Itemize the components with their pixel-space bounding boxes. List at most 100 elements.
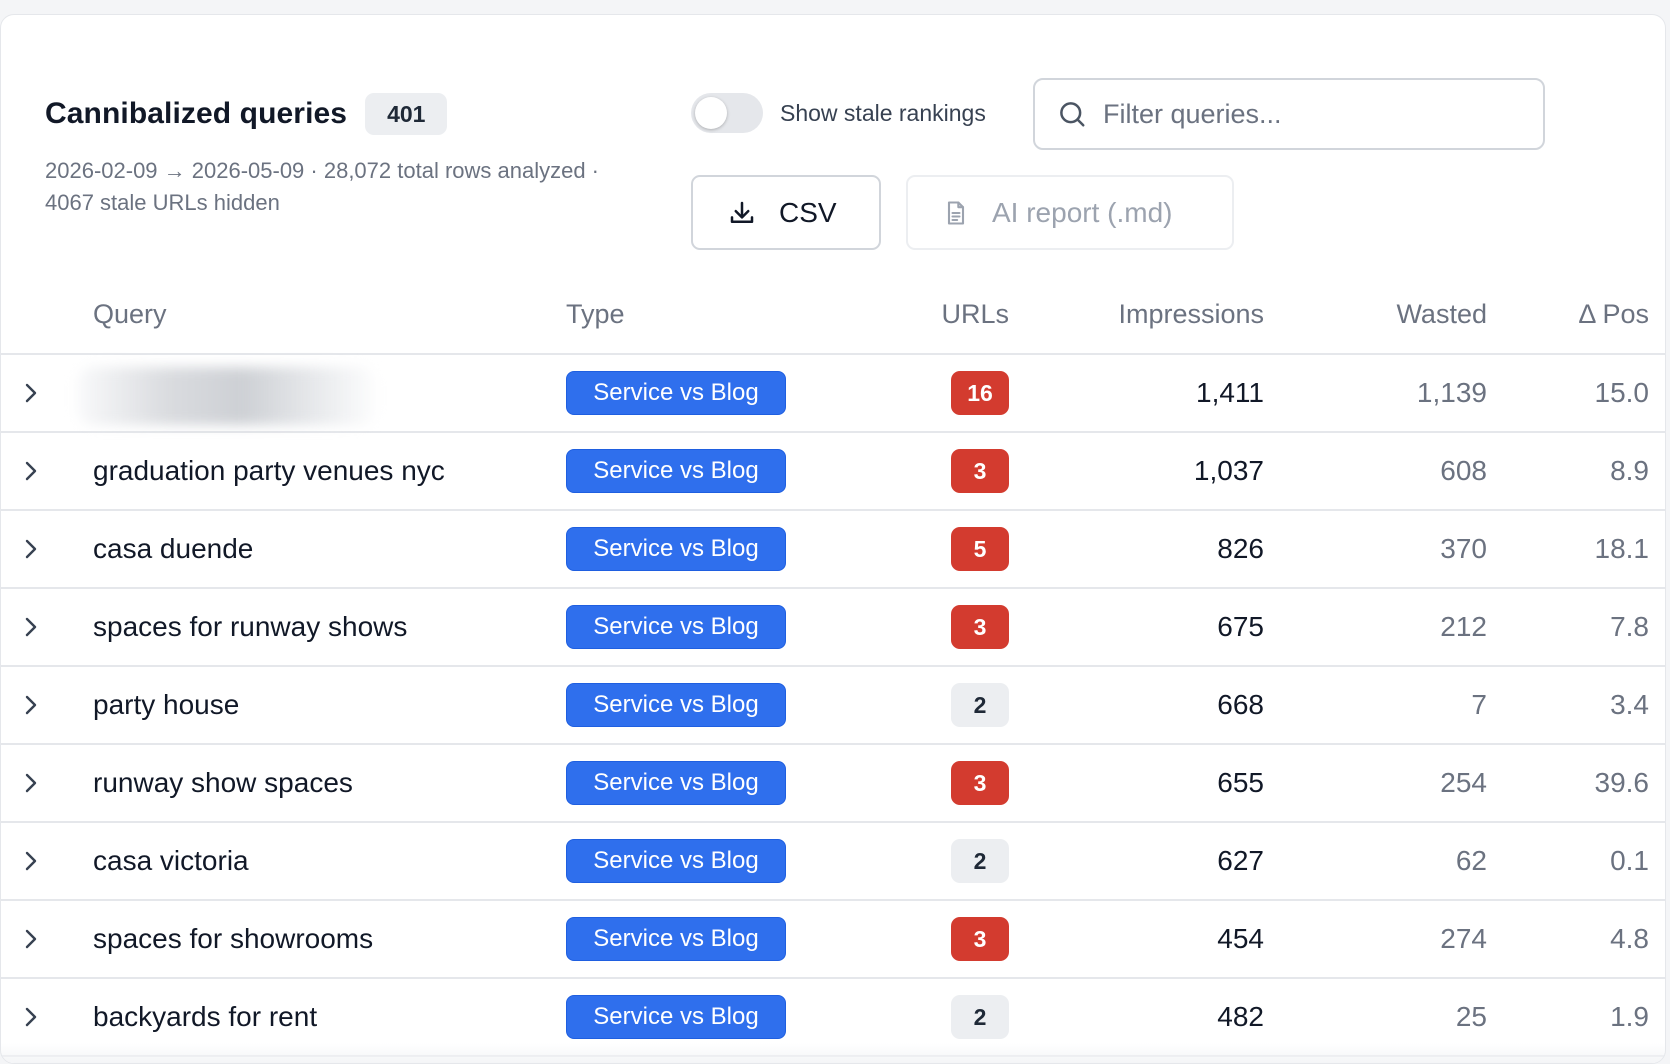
- column-header-urls[interactable]: URLs: [941, 299, 1009, 330]
- type-badge: Service vs Blog: [566, 995, 786, 1039]
- table-row[interactable]: spaces for runway shows Service vs Blog 3 6…: [1, 589, 1665, 667]
- table-row[interactable]: casa victoria Service vs Blog 2 627 62 0.1: [1, 823, 1665, 901]
- chevron-right-icon: [25, 929, 37, 949]
- urls-count-badge: 2: [951, 683, 1009, 727]
- chevron-right-icon: [25, 695, 37, 715]
- query-count-badge: 401: [365, 93, 448, 135]
- type-badge: Service vs Blog: [566, 917, 786, 961]
- date-range-summary: 2026-02-09 → 2026-05-09 · 28,072 total r…: [45, 158, 600, 215]
- column-header-impressions[interactable]: Impressions: [1118, 299, 1264, 330]
- urls-count-badge: 5: [951, 527, 1009, 571]
- expand-row-button[interactable]: [19, 745, 43, 821]
- download-icon: [730, 201, 754, 223]
- bottom-fade: [1, 1043, 1665, 1063]
- stale-rankings-toggle[interactable]: [691, 93, 763, 133]
- table-row[interactable]: Service vs Blog 16 1,411 1,139 15.0: [1, 355, 1665, 433]
- csv-button-label: CSV: [779, 196, 837, 228]
- search-icon: [1060, 102, 1085, 127]
- chevron-right-icon: [25, 383, 37, 403]
- impressions-value: 1,411: [1196, 377, 1264, 408]
- expand-row-button[interactable]: [19, 355, 43, 431]
- table-row[interactable]: spaces for showrooms Service vs Blog 3 454 2…: [1, 901, 1665, 979]
- column-header-wasted[interactable]: Wasted: [1396, 299, 1487, 330]
- chevron-right-icon: [25, 1007, 37, 1027]
- expand-row-button[interactable]: [19, 589, 43, 665]
- filter-queries-search[interactable]: [1033, 78, 1545, 150]
- csv-download-button[interactable]: CSV: [691, 175, 881, 250]
- column-header-delta-pos[interactable]: Δ Pos: [1578, 299, 1649, 330]
- urls-cell: 3: [951, 589, 1009, 665]
- stale-rankings-toggle-group: Show stale rankings: [691, 93, 986, 133]
- urls-cell: 5: [951, 511, 1009, 587]
- cannibalized-queries-card: Cannibalized queries 401 2026-02-09 → 20…: [0, 14, 1666, 1064]
- type-badge: Service vs Blog: [566, 839, 786, 883]
- urls-cell: 2: [951, 667, 1009, 743]
- wasted-value: 608: [1440, 455, 1487, 486]
- delta-pos-value: 15.0: [1594, 377, 1650, 408]
- query-text: casa duende: [93, 533, 254, 564]
- wasted-value: 212: [1440, 611, 1487, 642]
- delta-pos-value: 18.1: [1594, 533, 1650, 564]
- table-row[interactable]: casa duende Service vs Blog 5 826 370 18.1: [1, 511, 1665, 589]
- type-badge: Service vs Blog: [566, 449, 786, 493]
- chevron-right-icon: [25, 461, 37, 481]
- impressions-value: 1,037: [1193, 455, 1264, 486]
- wasted-value: 274: [1440, 923, 1487, 954]
- impressions-value: 627: [1217, 845, 1264, 876]
- filter-queries-input[interactable]: [1103, 98, 1523, 130]
- type-badge: Service vs Blog: [566, 683, 786, 727]
- urls-cell: 3: [951, 745, 1009, 821]
- column-header-type[interactable]: Type: [566, 299, 625, 330]
- delta-pos-value: 39.6: [1594, 767, 1650, 798]
- urls-cell: 16: [951, 355, 1009, 431]
- delta-pos-value: 7.8: [1610, 611, 1649, 642]
- column-header-query[interactable]: Query: [93, 299, 167, 330]
- ai-report-button-label: AI report (.md): [992, 196, 1173, 228]
- delta-pos-value: 0.1: [1610, 845, 1649, 876]
- urls-count-badge: 2: [951, 995, 1009, 1039]
- query-text: party house: [93, 689, 240, 720]
- page-title: Cannibalized queries: [45, 97, 348, 130]
- expand-row-button[interactable]: [19, 433, 43, 509]
- delta-pos-value: 4.8: [1610, 923, 1649, 954]
- wasted-value: 254: [1440, 767, 1487, 798]
- type-badge: Service vs Blog: [566, 371, 786, 415]
- table-row[interactable]: runway show spaces Service vs Blog 3 655 254…: [1, 745, 1665, 823]
- delta-pos-value: 8.9: [1610, 455, 1649, 486]
- query-text: casa victoria: [93, 845, 249, 876]
- table-row[interactable]: party house Service vs Blog 2 668 7 3.4: [1, 667, 1665, 745]
- query-text: graduation party venues nyc: [93, 455, 445, 486]
- type-badge: Service vs Blog: [566, 605, 786, 649]
- expand-row-button[interactable]: [19, 511, 43, 587]
- document-icon: [947, 200, 965, 225]
- chevron-right-icon: [25, 773, 37, 793]
- urls-count-badge: 3: [951, 761, 1009, 805]
- redacted-query: [77, 367, 377, 425]
- urls-count-badge: 16: [951, 371, 1009, 415]
- stale-rankings-label[interactable]: Show stale rankings: [780, 100, 986, 127]
- chevron-right-icon: [25, 851, 37, 871]
- title-row: Cannibalized queries 401: [45, 93, 448, 135]
- ai-report-button[interactable]: AI report (.md): [906, 175, 1234, 250]
- impressions-value: 826: [1217, 533, 1264, 564]
- urls-count-badge: 3: [951, 917, 1009, 961]
- impressions-value: 454: [1217, 923, 1264, 954]
- wasted-value: 7: [1471, 689, 1487, 720]
- delta-pos-value: 3.4: [1610, 689, 1649, 720]
- impressions-value: 655: [1217, 767, 1264, 798]
- impressions-value: 675: [1217, 611, 1264, 642]
- chevron-right-icon: [25, 539, 37, 559]
- urls-count-badge: 3: [951, 449, 1009, 493]
- table-header: Query Type URLs Impressions Wasted Δ Pos: [1, 273, 1665, 355]
- urls-cell: 3: [951, 901, 1009, 977]
- type-badge: Service vs Blog: [566, 527, 786, 571]
- table-row[interactable]: graduation party venues nyc Service vs Bl…: [1, 433, 1665, 511]
- impressions-value: 668: [1217, 689, 1264, 720]
- expand-row-button[interactable]: [19, 901, 43, 977]
- query-text: runway show spaces: [93, 767, 353, 798]
- query-text: spaces for showrooms: [93, 923, 374, 954]
- wasted-value: 1,139: [1416, 377, 1487, 408]
- expand-row-button[interactable]: [19, 823, 43, 899]
- expand-row-button[interactable]: [19, 667, 43, 743]
- toggle-knob: [695, 97, 727, 129]
